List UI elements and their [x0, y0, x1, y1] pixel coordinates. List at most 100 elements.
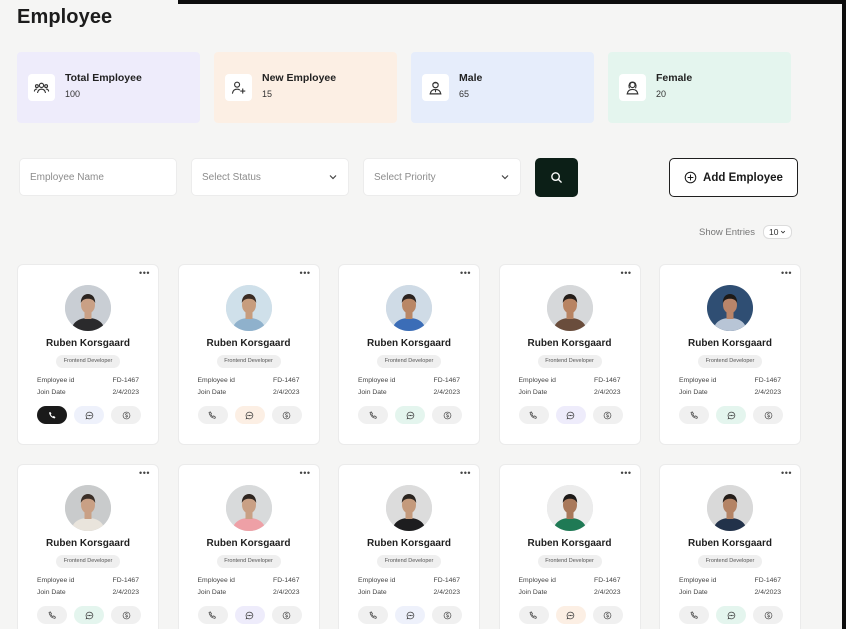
call-button[interactable] [358, 606, 388, 624]
message-button[interactable] [395, 606, 425, 624]
page-title: Employee [17, 6, 113, 28]
avatar [707, 485, 753, 531]
join-date-label: Join Date [37, 589, 66, 596]
more-options-icon[interactable]: ••• [460, 268, 471, 278]
message-button[interactable] [395, 406, 425, 424]
card-actions [518, 606, 623, 624]
chevron-down-icon [781, 230, 786, 234]
more-options-icon[interactable]: ••• [300, 468, 311, 478]
avatar [225, 485, 272, 531]
card-actions [358, 606, 462, 624]
employee-grid: ••• Ruben Korsgaard Frontend Developer E… [17, 264, 801, 629]
payment-button[interactable] [432, 406, 462, 424]
message-button[interactable] [234, 606, 265, 624]
employee-card[interactable]: ••• Ruben Korsgaard Frontend Developer E… [177, 264, 320, 445]
join-date-value: 2/4/2023 [594, 589, 621, 596]
employee-id-label: Employee id [358, 577, 396, 584]
add-employee-button[interactable]: Add Employee [669, 158, 798, 197]
payment-button[interactable] [592, 606, 623, 624]
employee-card[interactable]: ••• Ruben Korsgaard Frontend Developer E… [177, 464, 320, 629]
stat-label: New Employee [262, 72, 337, 84]
join-date-label: Join Date [518, 389, 548, 396]
stats-row: Total Employee 100 New Employee 15 Male … [17, 52, 791, 123]
message-button[interactable] [74, 406, 104, 424]
employee-name-input[interactable]: Employee Name [19, 158, 177, 196]
more-options-icon[interactable]: ••• [621, 268, 632, 278]
more-options-icon[interactable]: ••• [781, 268, 792, 278]
message-button[interactable] [74, 606, 104, 624]
join-date-label: Join Date [679, 389, 708, 396]
payment-button[interactable] [432, 606, 462, 624]
stat-value: 65 [459, 89, 470, 99]
search-button[interactable] [535, 158, 578, 197]
priority-select[interactable]: Select Priority [363, 158, 521, 196]
stat-card-total: Total Employee 100 [17, 52, 200, 123]
join-date-row: Join Date 2/4/2023 [198, 389, 300, 396]
status-select[interactable]: Select Status [191, 158, 349, 196]
join-date-row: Join Date 2/4/2023 [358, 589, 460, 596]
join-date-value: 2/4/2023 [754, 389, 781, 396]
employee-id-label: Employee id [37, 577, 75, 584]
join-date-row: Join Date 2/4/2023 [358, 389, 460, 396]
call-button[interactable] [37, 406, 67, 424]
more-options-icon[interactable]: ••• [139, 468, 150, 478]
payment-button[interactable] [271, 406, 302, 424]
message-button[interactable] [716, 406, 746, 424]
message-button[interactable] [716, 606, 746, 624]
call-button[interactable] [197, 406, 228, 424]
payment-button[interactable] [753, 606, 783, 624]
employee-card[interactable]: ••• Ruben Korsgaard Frontend Developer E… [498, 264, 641, 445]
payment-button[interactable] [111, 606, 141, 624]
employee-card[interactable]: ••• Ruben Korsgaard Frontend Developer E… [17, 464, 159, 629]
search-icon [551, 172, 562, 183]
plus-circle-icon [684, 171, 697, 184]
more-options-icon[interactable]: ••• [300, 268, 311, 278]
message-button[interactable] [234, 406, 265, 424]
employee-card[interactable]: ••• Ruben Korsgaard Frontend Developer E… [17, 264, 159, 445]
employee-card[interactable]: ••• Ruben Korsgaard Frontend Developer E… [338, 464, 480, 629]
join-date-value: 2/4/2023 [594, 389, 621, 396]
card-actions [37, 606, 141, 624]
phone-icon [48, 610, 56, 619]
stat-label: Total Employee [65, 72, 142, 84]
employee-card[interactable]: ••• Ruben Korsgaard Frontend Developer E… [659, 464, 801, 629]
employee-card[interactable]: ••• Ruben Korsgaard Frontend Developer E… [498, 464, 641, 629]
message-button[interactable] [555, 406, 586, 424]
card-actions [197, 406, 302, 424]
card-actions [518, 406, 623, 424]
chat-icon [727, 611, 735, 619]
employee-id-row: Employee id FD-1467 [198, 377, 300, 384]
call-button[interactable] [37, 606, 67, 624]
role-badge: Frontend Developer [216, 355, 281, 368]
chat-icon [566, 611, 575, 619]
chat-icon [85, 411, 93, 419]
chat-icon [85, 611, 93, 619]
avatar [707, 285, 753, 331]
more-options-icon[interactable]: ••• [781, 468, 792, 478]
more-options-icon[interactable]: ••• [139, 268, 150, 278]
payment-button[interactable] [592, 406, 623, 424]
call-button[interactable] [197, 606, 228, 624]
employee-name: Ruben Korsgaard [527, 538, 612, 549]
employee-id-value: FD-1467 [273, 377, 300, 384]
payment-button[interactable] [271, 606, 302, 624]
message-button[interactable] [555, 606, 586, 624]
call-button[interactable] [679, 406, 709, 424]
employee-id-value: FD-1467 [112, 577, 139, 584]
payment-button[interactable] [111, 406, 141, 424]
employee-id-row: Employee id FD-1467 [358, 577, 460, 584]
add-user-icon [225, 74, 252, 101]
more-options-icon[interactable]: ••• [621, 468, 632, 478]
employee-id-value: FD-1467 [112, 377, 139, 384]
more-options-icon[interactable]: ••• [460, 468, 471, 478]
employee-id-label: Employee id [197, 577, 235, 584]
call-button[interactable] [358, 406, 388, 424]
call-button[interactable] [679, 606, 709, 624]
entries-select[interactable]: 10 [762, 225, 793, 239]
call-button[interactable] [518, 606, 549, 624]
female-user-icon [619, 74, 646, 101]
call-button[interactable] [518, 406, 549, 424]
payment-button[interactable] [753, 406, 783, 424]
employee-card[interactable]: ••• Ruben Korsgaard Frontend Developer E… [338, 264, 480, 445]
employee-card[interactable]: ••• Ruben Korsgaard Frontend Developer E… [659, 264, 801, 445]
